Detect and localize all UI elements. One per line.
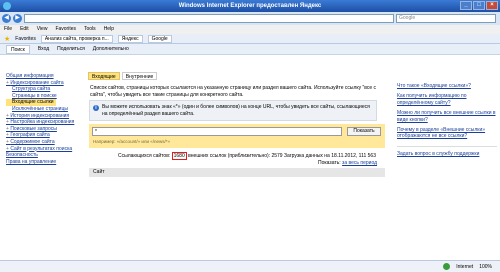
links-count-label: внешних ссылок (приблизительно):	[188, 153, 271, 159]
show-button[interactable]: Показать	[347, 127, 381, 136]
tab-internal[interactable]: Внутренние	[121, 72, 158, 80]
minimize-button[interactable]: _	[460, 1, 472, 10]
forward-button[interactable]: ▶	[13, 14, 22, 23]
links-count-value: 2579	[271, 153, 283, 159]
sidebar-item-indexing-settings[interactable]: Настройка индексирования	[6, 119, 82, 126]
star-icon: ★	[4, 35, 11, 43]
filter-example: Например: «/account/» или «/news/*»	[93, 139, 170, 144]
menu-help[interactable]: Help	[104, 25, 114, 34]
sidebar-nav: Общая информация Индексирование сайта Ст…	[6, 73, 82, 165]
status-zone: Internet 100%	[443, 263, 500, 270]
help-link-what-incoming[interactable]: Что такое «Входящие ссылки»?	[397, 83, 497, 89]
table-header: Сайт	[89, 168, 385, 177]
command-share-button[interactable]: Поделиться	[57, 46, 85, 52]
zoom-level[interactable]: 100%	[479, 264, 492, 270]
menu-bar: File Edit View Favorites Tools Help	[0, 25, 500, 34]
sidebar-item-geography[interactable]: География сайта	[6, 132, 82, 139]
sidebar-item-search-results[interactable]: Сайт в результатах поиска	[6, 146, 82, 153]
search-input[interactable]: Google	[396, 14, 496, 23]
page-description: Список сайтов, страницы которых ссылаютс…	[90, 85, 377, 98]
divider	[397, 145, 497, 147]
sidebar-item-excluded-pages[interactable]: Исключённые страницы	[6, 106, 82, 113]
period-label: Показать:	[318, 160, 341, 166]
favorites-button[interactable]: Favorites	[15, 36, 36, 42]
column-site: Сайт	[93, 169, 105, 175]
support-link[interactable]: Задать вопрос в службу поддержки	[397, 151, 497, 157]
ie-logo-icon	[3, 2, 11, 10]
link-tabs: Входящие Внутренние	[88, 72, 158, 80]
tab-incoming[interactable]: Входящие	[88, 72, 120, 80]
url-input[interactable]	[24, 14, 394, 23]
menu-file[interactable]: File	[4, 25, 12, 34]
sidebar-item-pages-in-search[interactable]: Страницы в поиске	[6, 93, 82, 100]
info-note: i Вы можете использовать знак «*» (один …	[89, 100, 377, 121]
sidebar-item-access-rights[interactable]: Права на управление	[6, 159, 82, 166]
window-title: Windows Internet Explorer предоставлен Я…	[178, 3, 322, 9]
command-more-button[interactable]: Дополнительно	[93, 46, 129, 52]
browser-tab-analysis[interactable]: Анализ сайта, проверка п...	[40, 34, 113, 43]
help-link-not-all[interactable]: Почему в разделе «Внешние ссылки» отобра…	[397, 127, 497, 140]
status-bar: Internet 100%	[0, 260, 500, 272]
sidebar-item-incoming-links[interactable]: Входящие ссылки	[6, 99, 56, 106]
command-login-button[interactable]: Вход	[38, 46, 49, 52]
maximize-button[interactable]: □	[473, 1, 485, 10]
sidebar-item-content[interactable]: Содержимое сайта	[6, 139, 82, 146]
counts-row: Ссылающихся сайтов: 1680 внешних ссылок …	[118, 152, 376, 160]
window-title-bar: Windows Internet Explorer предоставлен Я…	[0, 0, 500, 12]
globe-icon	[443, 263, 451, 270]
back-button[interactable]: ◀	[2, 14, 11, 23]
command-search-button[interactable]: Поиск	[6, 44, 30, 54]
info-icon: i	[93, 105, 99, 111]
data-updated: Загрузка данных на 18.11.2012, 111 563	[283, 153, 376, 159]
zone-label: Internet	[456, 263, 474, 270]
help-link-button[interactable]: Можно ли получить все внешние ссылки в в…	[397, 110, 497, 123]
menu-view[interactable]: View	[37, 25, 48, 34]
browser-tab-google[interactable]: Google	[147, 34, 172, 43]
info-note-text: Вы можете использовать знак «*» (один и …	[102, 104, 370, 117]
sidebar-item-overview[interactable]: Общая информация	[6, 73, 82, 80]
close-button[interactable]: ×	[486, 1, 498, 10]
address-bar: ◀ ▶ Google	[0, 12, 500, 25]
sidebar-item-structure[interactable]: Структура сайта	[6, 86, 82, 93]
sites-count-label: Ссылающихся сайтов:	[118, 153, 171, 159]
period-row: Показать: за весь период	[318, 160, 377, 167]
page-content: Общая информация Индексирование сайта Ст…	[0, 55, 500, 260]
menu-tools[interactable]: Tools	[84, 25, 96, 34]
url-filter-panel: Показать Например: «/account/» или «/new…	[89, 124, 385, 148]
period-link[interactable]: за весь период	[342, 160, 377, 166]
menu-favorites[interactable]: Favorites	[55, 25, 76, 34]
menu-edit[interactable]: Edit	[20, 25, 29, 34]
window-controls: _ □ ×	[460, 1, 498, 10]
help-link-site-info[interactable]: Как получить информацию по определённому…	[397, 93, 497, 106]
sidebar-item-security[interactable]: Безопасность	[6, 152, 82, 159]
command-bar: Поиск Вход Поделиться Дополнительно	[0, 44, 500, 55]
favorites-bar: ★ Favorites Анализ сайта, проверка п... …	[0, 34, 500, 44]
help-links: Что такое «Входящие ссылки»? Как получит…	[397, 83, 497, 157]
url-filter-input[interactable]	[92, 127, 342, 136]
sites-count-value: 1680	[171, 152, 187, 160]
browser-tab-yandex[interactable]: Яндекс	[117, 34, 143, 43]
